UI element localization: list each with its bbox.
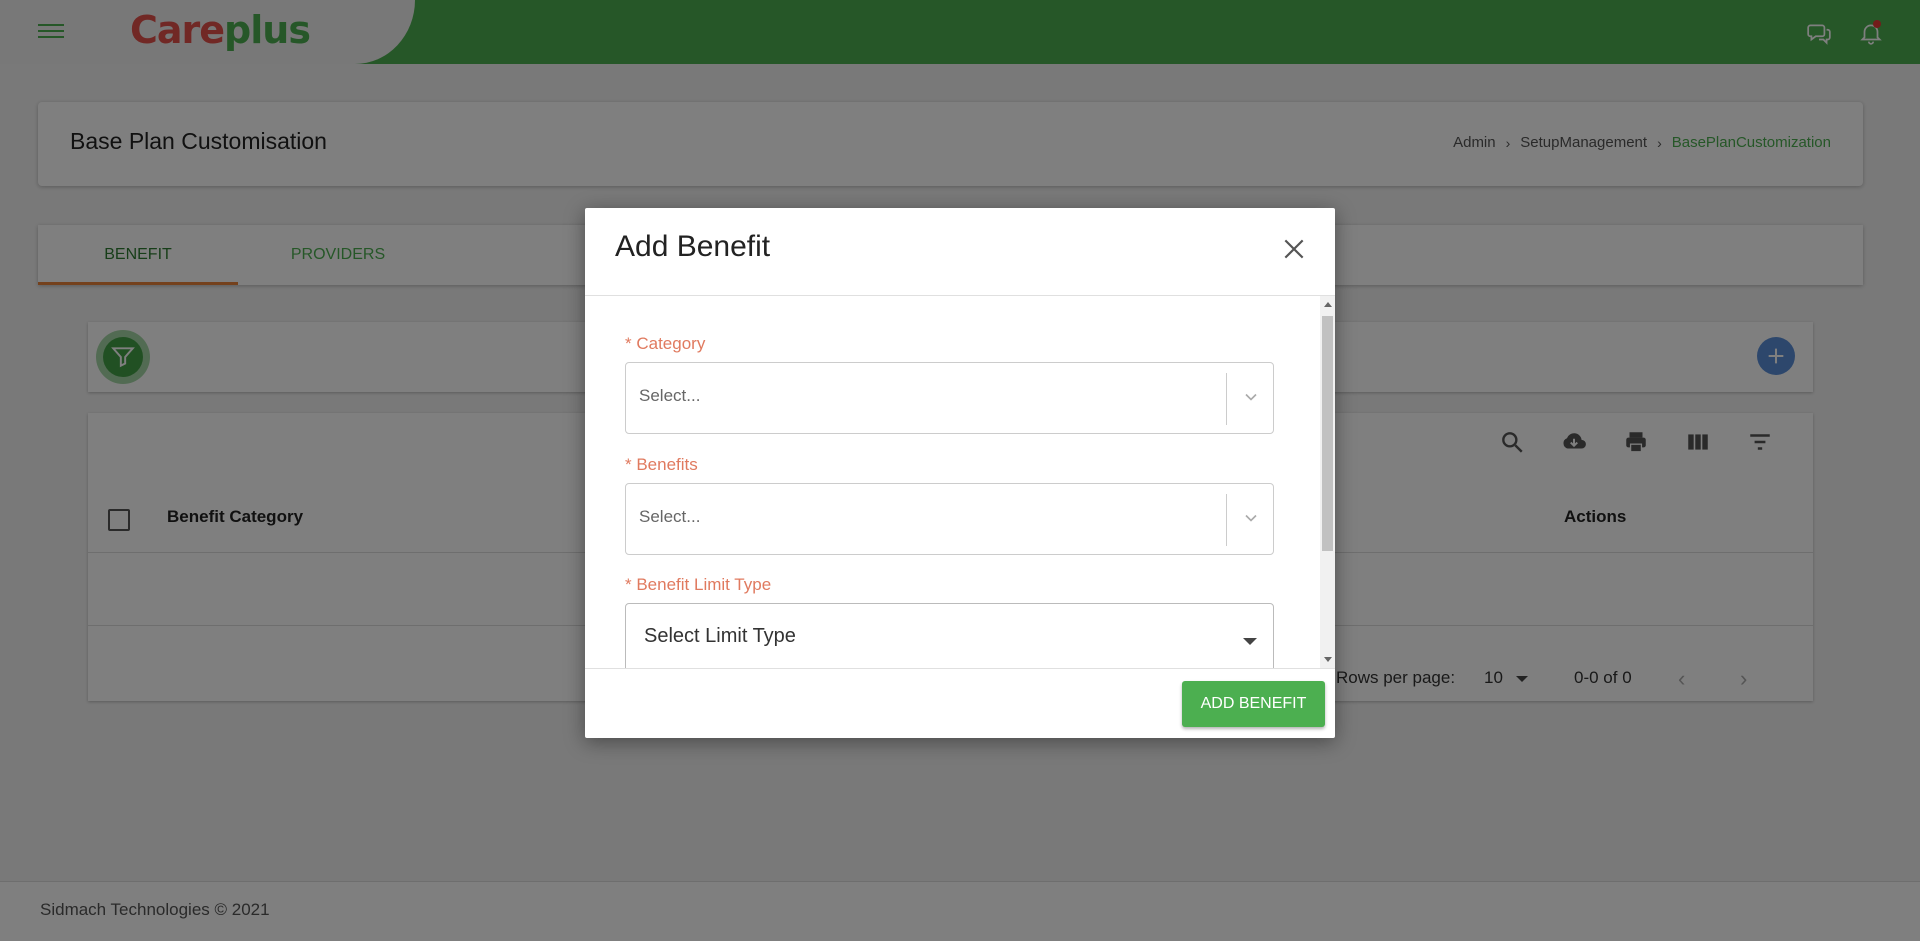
benefit-limit-type-value: Select Limit Type [644, 625, 796, 647]
select-separator [1226, 494, 1227, 546]
benefit-limit-type-select[interactable]: Select Limit Type [625, 603, 1274, 668]
chevron-down-icon[interactable] [1241, 387, 1261, 407]
scroll-down-arrow-icon[interactable] [1324, 657, 1332, 662]
chevron-down-icon[interactable] [1241, 508, 1261, 528]
benefits-select[interactable]: Select... [625, 483, 1274, 555]
category-label: * Category [625, 334, 706, 353]
add-benefit-button[interactable]: ADD BENEFIT [1182, 681, 1325, 727]
dialog-header: Add Benefit [585, 208, 1335, 296]
benefit-limit-type-label: * Benefit Limit Type [625, 575, 772, 594]
dialog-body: * Category Select... * Benefits Select..… [585, 296, 1320, 668]
benefits-label: * Benefits [625, 455, 698, 474]
category-placeholder: Select... [639, 386, 701, 405]
select-separator [1226, 373, 1227, 425]
add-benefit-dialog: Add Benefit * Category Select... * Benef… [585, 208, 1335, 738]
caret-down-icon[interactable] [1243, 638, 1257, 645]
benefits-placeholder: Select... [639, 507, 701, 526]
dialog-scrollbar[interactable] [1320, 296, 1335, 668]
dialog-title: Add Benefit [615, 230, 771, 263]
scroll-up-arrow-icon[interactable] [1324, 302, 1332, 307]
dialog-footer: ADD BENEFIT [585, 668, 1335, 738]
close-icon[interactable] [1281, 236, 1307, 262]
scroll-thumb[interactable] [1322, 316, 1333, 551]
category-select[interactable]: Select... [625, 362, 1274, 434]
